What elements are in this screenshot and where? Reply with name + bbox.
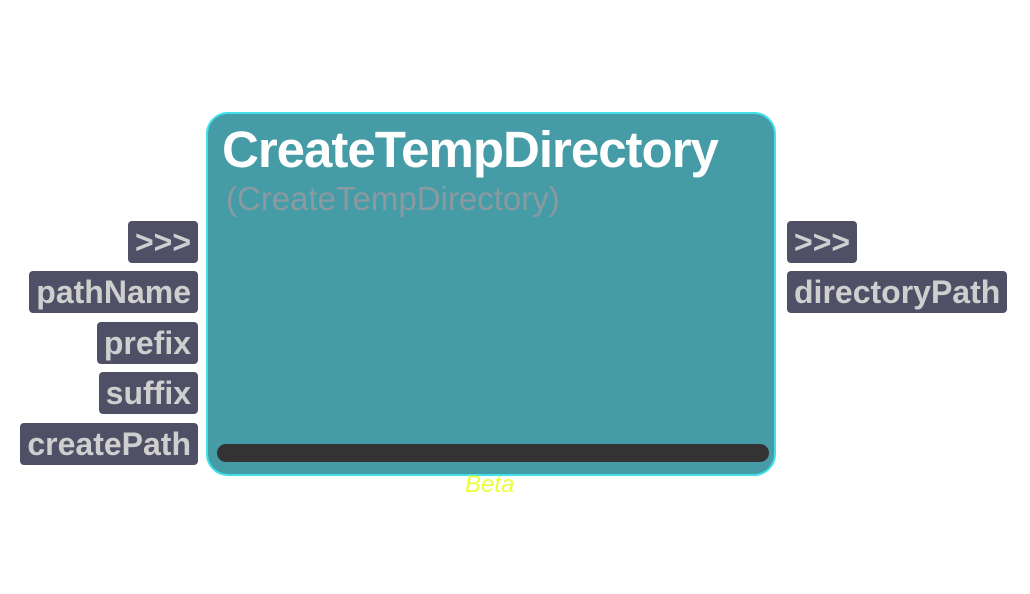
input-pin-createpath[interactable]: createPath: [20, 423, 198, 465]
node-status-label: Beta: [465, 471, 515, 498]
node-title: CreateTempDirectory: [222, 121, 719, 178]
input-pin-suffix[interactable]: suffix: [98, 372, 198, 414]
node-create-temp-directory[interactable]: CreateTempDirectory (CreateTempDirectory…: [206, 112, 776, 476]
node-progress-bar: [217, 444, 769, 462]
input-pin-prefix[interactable]: prefix: [96, 322, 198, 364]
output-pin-directorypath[interactable]: directoryPath: [787, 271, 1008, 313]
node-subtitle: (CreateTempDirectory): [226, 180, 560, 217]
input-pin-exec[interactable]: >>>: [127, 221, 198, 263]
output-pin-exec[interactable]: >>>: [787, 221, 858, 263]
input-pin-pathname[interactable]: pathName: [29, 271, 198, 313]
